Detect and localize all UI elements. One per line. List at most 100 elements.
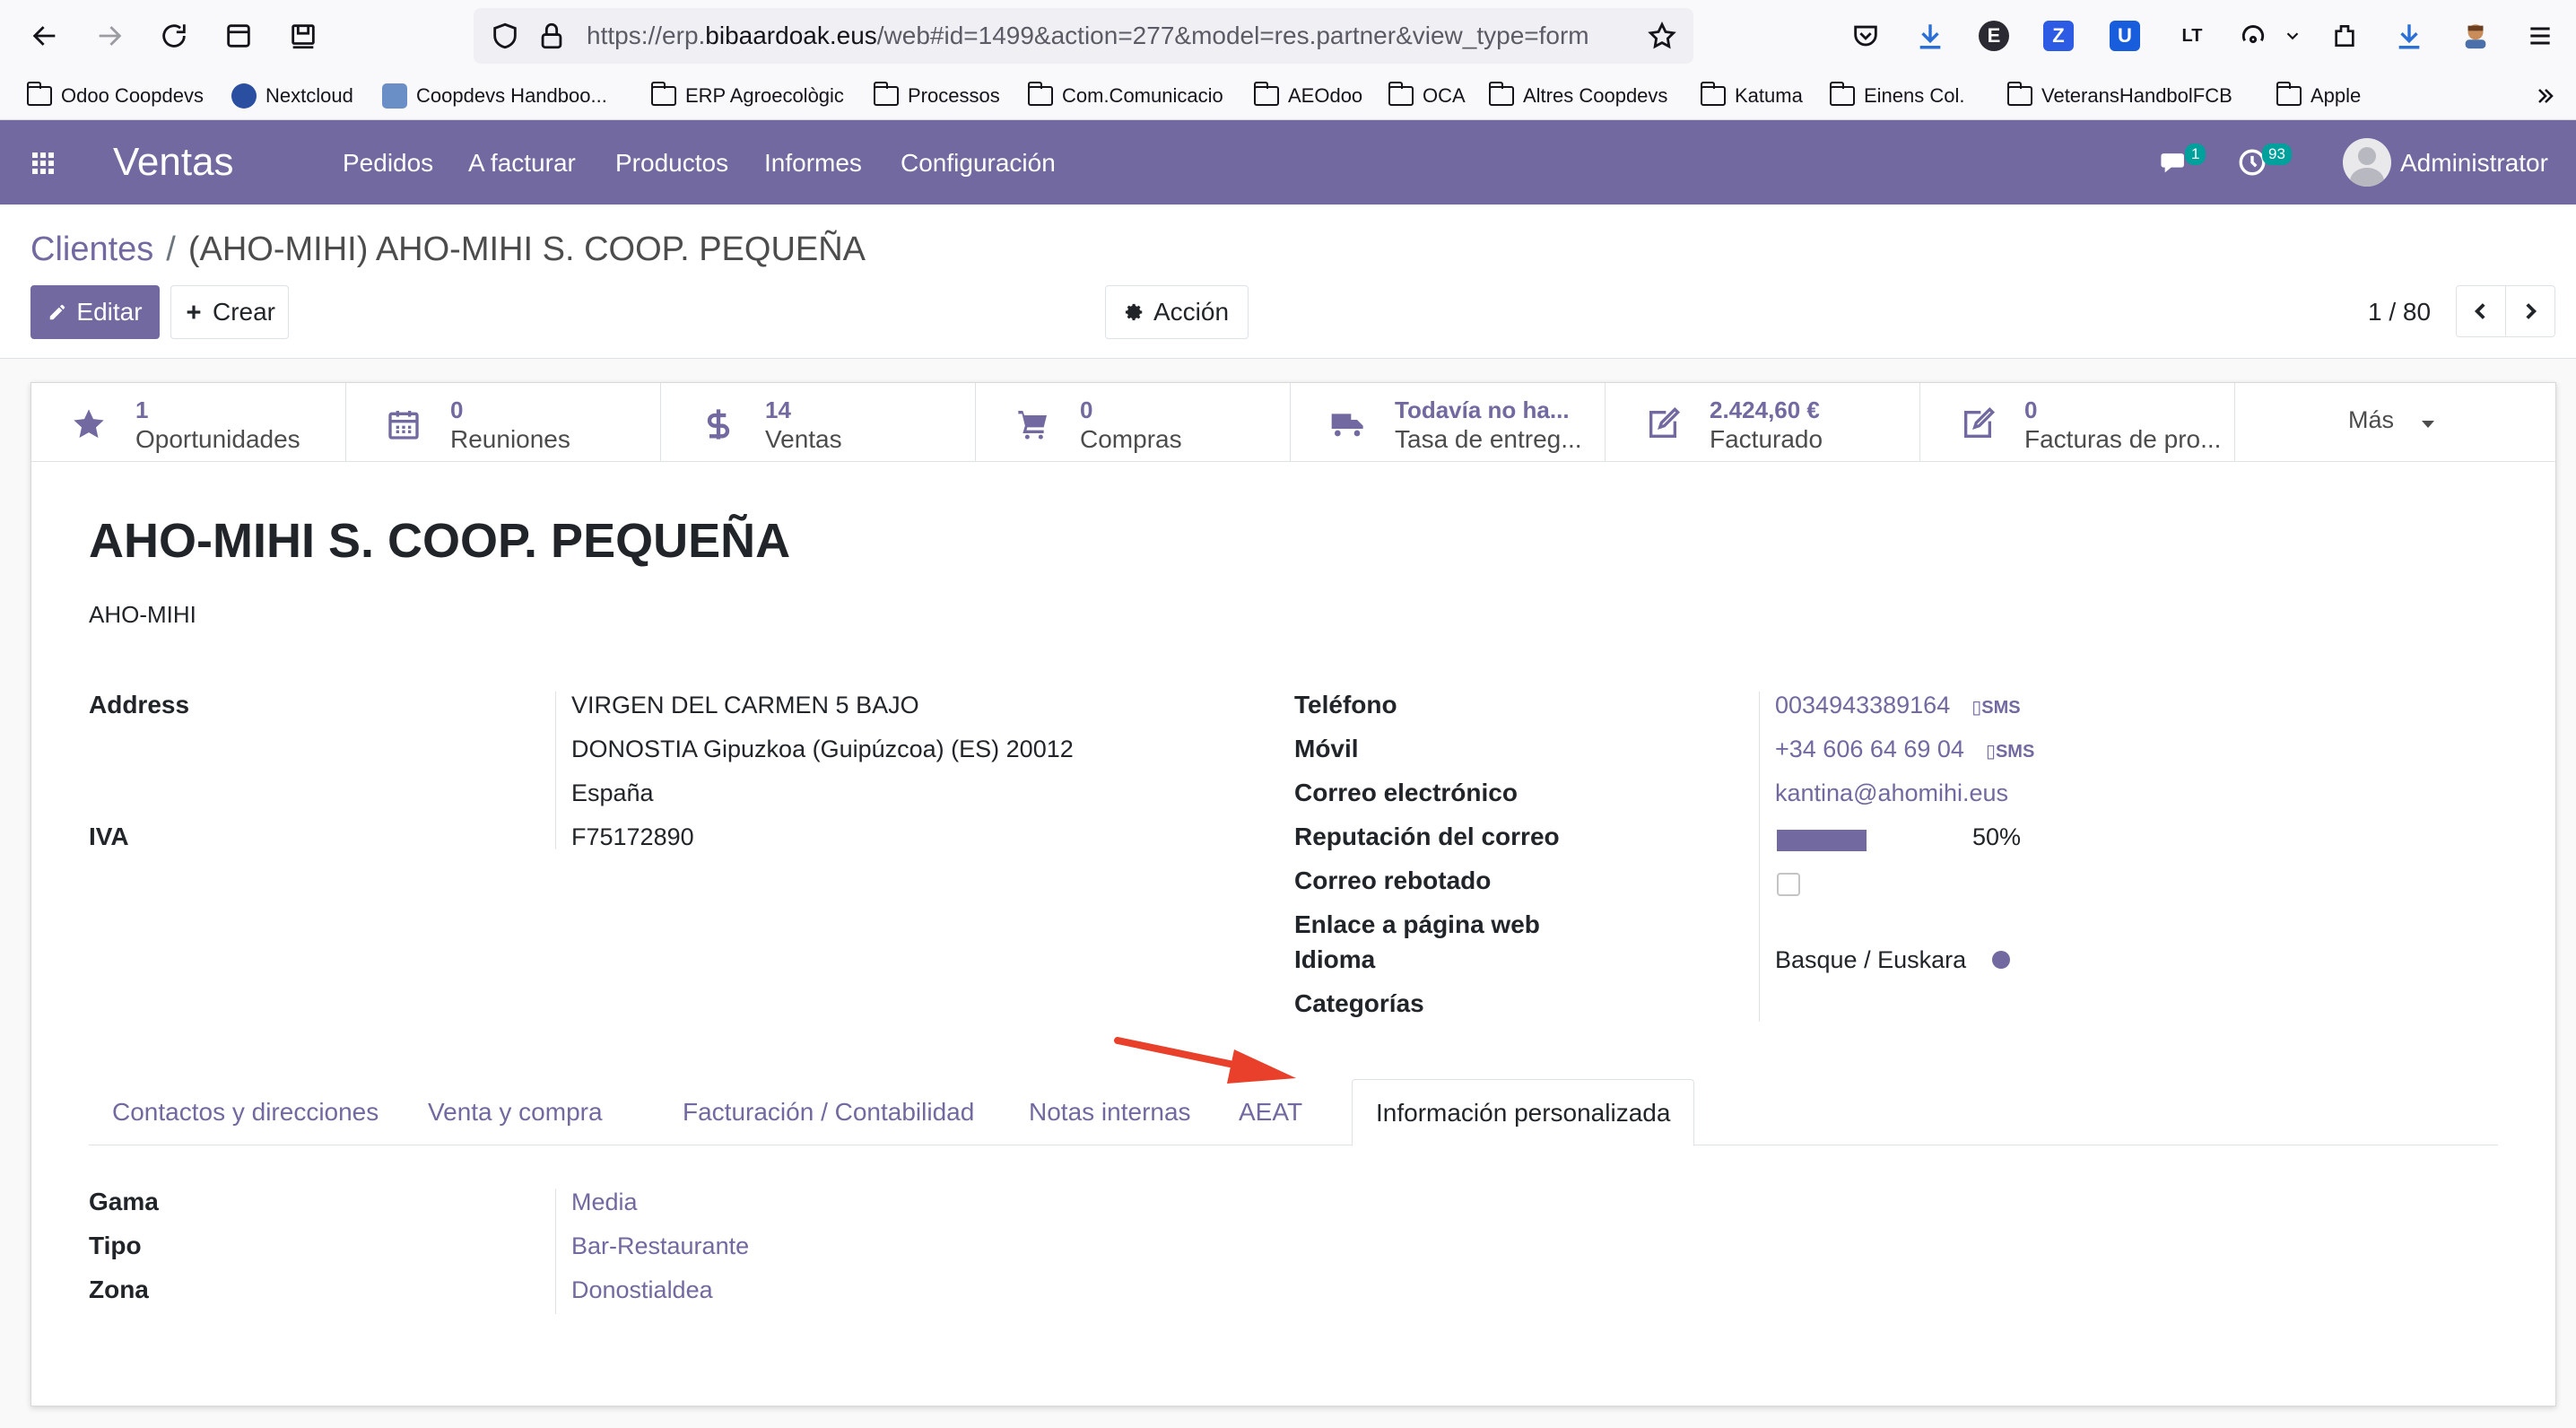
lock-icon[interactable] [536,21,567,51]
pager-previous-button[interactable] [2456,285,2506,337]
folder-icon [1489,82,1514,106]
user-avatar[interactable] [2343,138,2391,187]
menu-a-facturar[interactable]: A facturar [468,145,576,181]
pager-value[interactable]: 1 / 80 [2368,294,2431,330]
stat-button-ventas[interactable]: 14 Ventas [661,383,976,462]
chevron-down-icon[interactable] [2282,18,2303,54]
globe-icon[interactable] [1992,951,2010,969]
pager-next-button[interactable] [2505,285,2555,337]
email-link[interactable]: kantina@ahomihi.eus [1775,776,2008,810]
gama-label: Gama [89,1188,159,1215]
bookmark-item[interactable]: Apple [2276,79,2361,113]
annotation-arrow-icon [1114,1037,1296,1084]
bitwarden-icon[interactable]: U [2110,21,2140,51]
stat-value: 0 [1080,396,1093,423]
bookmark-item[interactable]: Odoo Coopdevs [27,79,204,113]
stat-button-compras[interactable]: 0 Compras [976,383,1291,462]
apps-menu-icon[interactable] [32,152,54,174]
reload-icon[interactable] [151,13,197,59]
bounce-checkbox[interactable] [1777,873,1800,896]
breadcrumb-clientes[interactable]: Clientes [30,231,153,268]
vat-label: IVA [89,823,129,850]
downloads-icon[interactable] [1912,18,1948,54]
bookmark-label: Processos [908,84,1000,107]
forward-arrow-icon[interactable] [86,13,133,59]
bookmark-label: AEOdoo [1288,84,1363,107]
caret-down-icon [2422,421,2434,428]
stat-label: Facturado [1710,425,1823,453]
tab-aeat[interactable]: AEAT [1239,1079,1302,1145]
bookmark-item[interactable]: Coopdevs Handboo... [382,79,607,113]
url-text[interactable]: https://erp.bibaardoak.eus/web#id=1499&a… [587,8,1609,64]
save-page-icon[interactable] [280,13,326,59]
action-button[interactable]: Acción [1105,285,1249,339]
stat-button-facturado[interactable]: 2.424,60 € Facturado [1606,383,1920,462]
bookmark-star-icon[interactable] [1647,21,1677,51]
bookmark-item[interactable]: Processos [874,79,1000,113]
bookmark-item[interactable]: Altres Coopdevs [1489,79,1667,113]
folder-icon [1254,82,1279,106]
tab-contactos[interactable]: Contactos y direcciones [112,1079,379,1145]
shield-icon[interactable] [490,21,520,51]
more-dropdown[interactable]: Más [2235,383,2555,461]
tipo-value[interactable]: Bar-Restaurante [571,1229,749,1263]
hamburger-menu-icon[interactable] [2522,18,2558,54]
extension-sync-icon[interactable] [2235,18,2271,54]
bookmark-item[interactable]: OCA [1388,79,1466,113]
bookmark-item[interactable]: Com.Comunicacio [1028,79,1223,113]
extension-z-icon[interactable]: Z [2043,21,2074,51]
extension-e-icon[interactable]: E [1979,21,2009,51]
bookmark-item[interactable]: Einens Col. [1830,79,1965,113]
menu-informes[interactable]: Informes [764,145,862,181]
url-bar[interactable]: https://erp.bibaardoak.eus/web#id=1499&a… [474,8,1693,64]
folder-icon [1028,82,1053,106]
back-arrow-icon[interactable] [22,13,68,59]
bookmark-item[interactable]: Katuma [1701,79,1803,113]
bookmark-item[interactable]: Nextcloud [231,79,353,113]
pocket-icon[interactable] [1848,18,1884,54]
stat-button-facturas-proveedor[interactable]: 0 Facturas de pro... [1920,383,2235,462]
app-brand[interactable]: Ventas [113,136,234,188]
tab-notas-internas[interactable]: Notas internas [1029,1079,1191,1145]
bookmark-item[interactable]: ERP Agroecològic [651,79,844,113]
download-arrow-icon[interactable] [2391,18,2427,54]
user-name[interactable]: Administrator [2400,145,2548,181]
mobile-sms-button[interactable]: ▯SMS [1986,742,2034,762]
phone-link[interactable]: 0034943389164 [1775,692,1950,718]
tab-facturacion[interactable]: Facturación / Contabilidad [683,1079,974,1145]
bookmark-label: Altres Coopdevs [1523,84,1668,107]
bookmark-item[interactable]: AEOdoo [1254,79,1362,113]
reputation-label: Reputación del correo [1294,823,1560,850]
bookmark-label: Katuma [1735,84,1803,107]
address-street: VIRGEN DEL CARMEN 5 BAJO [571,692,919,718]
phone-sms-button[interactable]: ▯SMS [1971,698,2020,718]
stat-button-oportunidades[interactable]: 1 Oportunidades [31,383,346,462]
stat-button-reuniones[interactable]: 0 Reuniones [346,383,661,462]
column-divider [555,1189,556,1314]
bounce-label: Correo rebotado [1294,866,1492,894]
bookmark-item[interactable]: VeteransHandbolFCB [2007,79,2232,113]
profile-avatar-icon[interactable] [2458,18,2493,54]
vat-value: F75172890 [571,823,694,850]
stat-value: 0 [2024,396,2038,423]
zona-value[interactable]: Donostialdea [571,1273,713,1307]
menu-configuracion[interactable]: Configuración [901,145,1056,181]
reputation-percent: 50% [1972,823,2022,850]
stat-button-tasa-entrega[interactable]: Todavía no ha... Tasa de entreg... [1291,383,1606,462]
mobile-link[interactable]: +34 606 64 69 04 [1775,736,1964,762]
languagetool-icon[interactable]: LT [2174,18,2210,54]
tab-venta-compra[interactable]: Venta y compra [428,1079,603,1145]
bookmark-label: OCA [1423,84,1466,107]
bookmarks-overflow-icon[interactable] [2533,79,2558,113]
tab-informacion-personalizada[interactable]: Información personalizada [1352,1079,1695,1146]
menu-productos[interactable]: Productos [615,145,728,181]
stat-value: 14 [765,396,791,423]
extension-u-label: U [2118,24,2132,47]
gama-value[interactable]: Media [571,1185,638,1219]
menu-pedidos[interactable]: Pedidos [343,145,433,181]
sidebar-icon[interactable] [215,13,262,59]
edit-button[interactable]: Editar [30,285,160,339]
extensions-puzzle-icon[interactable] [2327,18,2363,54]
create-button[interactable]: Crear [170,285,289,339]
edit-icon [1643,406,1683,442]
